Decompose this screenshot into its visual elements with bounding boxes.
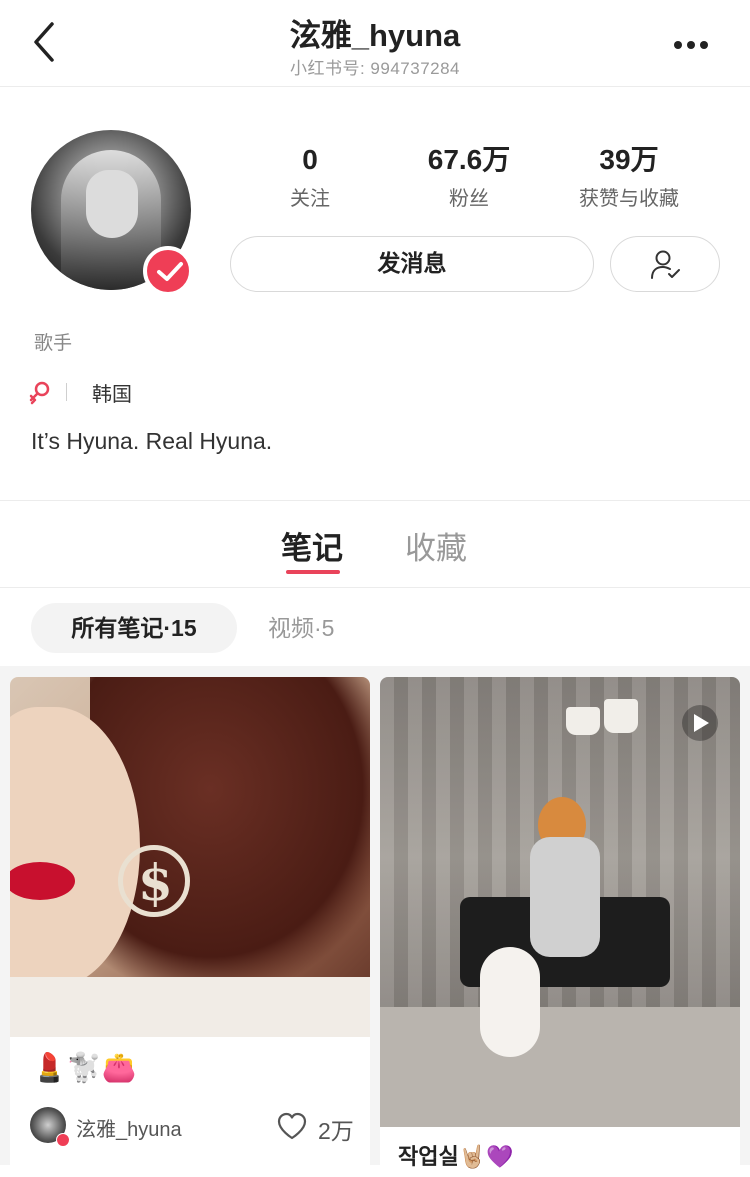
stat-likes-value: 39万 <box>599 144 659 175</box>
stat-likes-collections[interactable]: 39万 获赞与收藏 <box>549 140 709 218</box>
note-author[interactable]: 泫雅_hyuna 2万 <box>30 1107 354 1147</box>
notes-feed: $ 💄🐩👛 泫雅_hyuna 2万 작업실🤘🏼💜 <box>0 666 750 1177</box>
occupation-tag: 歌手 <box>34 333 73 354</box>
like-button[interactable]: 2万 <box>276 1109 366 1145</box>
tab-notes[interactable]: 笔记 <box>281 523 343 568</box>
active-tab-indicator <box>286 570 340 574</box>
note-card[interactable]: $ 💄🐩👛 泫雅_hyuna 2万 <box>10 677 370 1177</box>
note-filters: 所有笔记·15 视频·5 <box>0 588 750 666</box>
note-cover-image <box>380 677 740 1127</box>
profile-name-title: 泫雅_hyuna <box>289 18 461 53</box>
stat-followers-value: 67.6万 <box>427 144 511 175</box>
profile-bio: It’s Hyuna. Real Hyuna. <box>31 428 273 454</box>
note-title: 💄🐩👛 <box>32 1052 137 1083</box>
stat-followers[interactable]: 67.6万 粉丝 <box>389 140 549 218</box>
content-tabs: 笔记 收藏 <box>0 500 750 588</box>
note-card-video[interactable]: 작업실🤘🏼💜 <box>380 677 740 1177</box>
like-count: 2万 <box>318 1118 354 1144</box>
top-nav-bar: 泫雅_hyuna 小红书号: 994737284 <box>0 0 750 87</box>
send-message-button[interactable]: 发消息 <box>230 236 594 292</box>
stat-following-label: 关注 <box>290 188 330 210</box>
female-icon <box>28 379 52 407</box>
profile-id: 小红书号: 994737284 <box>289 59 461 78</box>
location-tag: 韩国 <box>92 384 132 406</box>
tab-collections[interactable]: 收藏 <box>405 523 467 568</box>
filter-all-notes[interactable]: 所有笔记·15 <box>31 603 237 653</box>
stat-likes-label: 获赞与收藏 <box>579 188 679 210</box>
more-options-icon[interactable] <box>674 36 714 49</box>
author-name: 泫雅_hyuna <box>76 1119 182 1141</box>
stat-following-value: 0 <box>302 144 318 175</box>
profile-stats: 0 关注 67.6万 粉丝 39万 获赞与收藏 <box>230 140 720 220</box>
stat-following[interactable]: 0 关注 <box>230 140 390 218</box>
user-check-icon <box>651 250 680 279</box>
profile-avatar[interactable] <box>31 130 193 296</box>
follow-button[interactable] <box>610 236 720 292</box>
heart-icon <box>277 1112 307 1140</box>
filter-videos[interactable]: 视频·5 <box>268 603 334 653</box>
divider <box>66 383 67 401</box>
stat-followers-label: 粉丝 <box>449 188 489 210</box>
note-title: 작업실🤘🏼💜 <box>398 1144 514 1169</box>
verified-badge-icon <box>143 246 193 296</box>
play-icon <box>682 705 718 741</box>
note-cover-image: $ <box>10 677 370 1037</box>
verified-mini-icon <box>56 1133 70 1147</box>
